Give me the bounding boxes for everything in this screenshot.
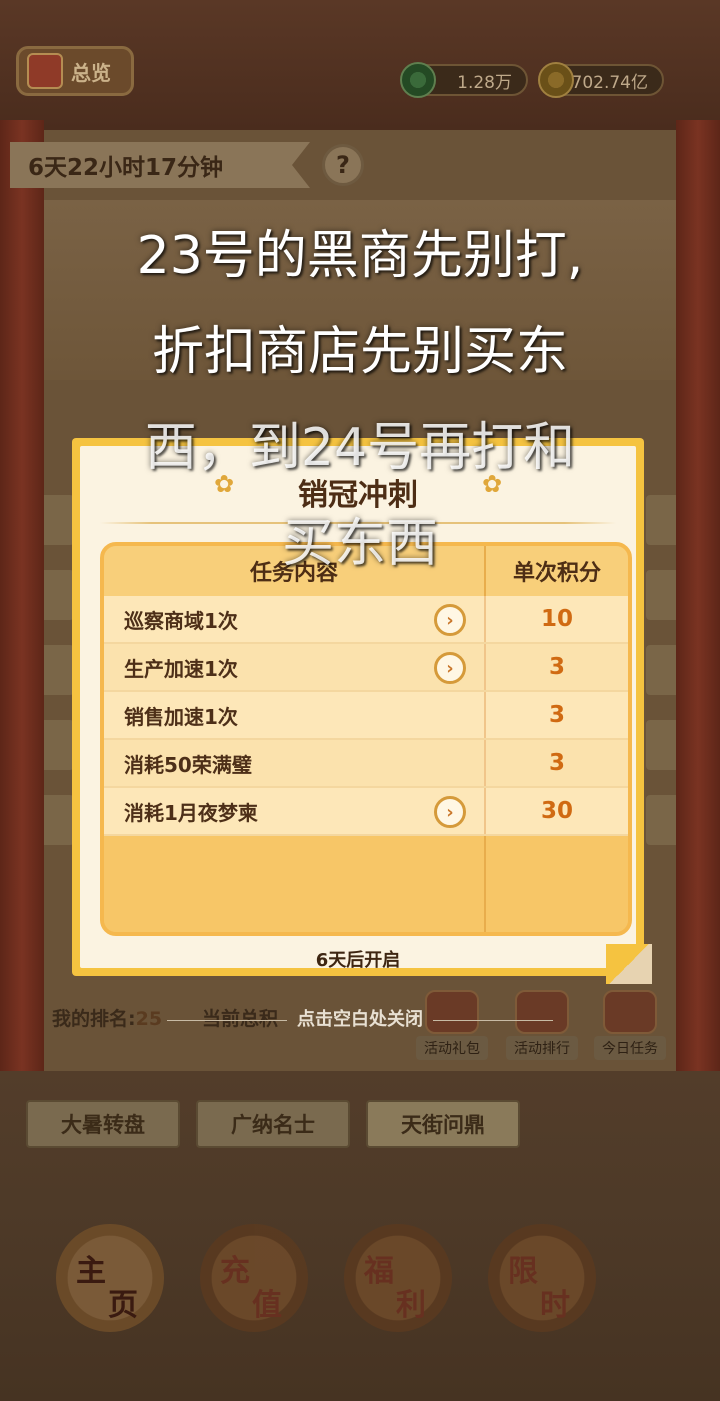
table-row: 消耗50荣满璧 3 <box>104 740 628 788</box>
task-name-text: 生产加速1次 <box>124 656 238 681</box>
nav-recharge-char-2: 值 <box>252 1288 282 1323</box>
side-tab[interactable] <box>44 720 74 770</box>
currency-copper-value: 1.28万 <box>457 72 512 93</box>
nav-home-char-1: 主 <box>76 1254 106 1289</box>
table-row: 生产加速1次 › 3 <box>104 644 628 692</box>
table-empty-area <box>104 836 628 932</box>
task-score: 3 <box>486 692 628 738</box>
currency-copper[interactable]: 1.28万 <box>400 62 528 98</box>
side-tab[interactable] <box>646 645 676 695</box>
task-score: 3 <box>486 644 628 690</box>
side-tab[interactable] <box>646 795 676 845</box>
nav-welfare-char-2: 利 <box>396 1288 426 1323</box>
book-icon <box>27 53 63 89</box>
left-pillar <box>0 120 44 1211</box>
task-score: 3 <box>486 740 628 786</box>
copper-coin-icon <box>400 62 436 98</box>
nav-limited-char-2: 时 <box>540 1288 570 1323</box>
activity-ranking-label: 活动排行 <box>506 1036 578 1060</box>
go-arrow-icon[interactable]: › <box>434 604 466 636</box>
side-tab[interactable] <box>44 645 74 695</box>
tab-tianjie-wending[interactable]: 天街问鼎 <box>366 1100 520 1148</box>
empty-cell <box>104 836 486 932</box>
task-table-body: 巡察商域1次 › 10 生产加速1次 › 3 销售加速1次 3 消耗50荣满璧 … <box>104 596 628 932</box>
nav-welfare-char-1: 福 <box>364 1254 394 1289</box>
task-name-text: 销售加速1次 <box>124 704 238 729</box>
nav-limited-button[interactable]: 限 时 <box>488 1224 596 1332</box>
side-tab[interactable] <box>646 720 676 770</box>
right-pillar <box>676 120 720 1211</box>
nav-recharge-char-1: 充 <box>220 1254 250 1289</box>
folded-corner <box>606 944 652 984</box>
table-row: 消耗1月夜梦柬 › 30 <box>104 788 628 836</box>
hint-line-right <box>433 1019 553 1021</box>
tab-recruit-talents[interactable]: 广纳名士 <box>196 1100 350 1148</box>
task-name: 生产加速1次 › <box>104 644 486 690</box>
task-name-text: 消耗1月夜梦柬 <box>124 800 258 825</box>
nav-home-button[interactable]: 主 页 <box>56 1224 164 1332</box>
nav-welfare-button[interactable]: 福 利 <box>344 1224 452 1332</box>
close-hint[interactable]: 点击空白处关闭 <box>0 1005 720 1031</box>
daily-tasks-label: 今日任务 <box>594 1036 666 1060</box>
task-score: 10 <box>486 596 628 642</box>
tab-summer-wheel[interactable]: 大暑转盘 <box>26 1100 180 1148</box>
go-arrow-icon[interactable]: › <box>434 796 466 828</box>
caption-line-3: 西，到24号再打和 <box>144 418 576 478</box>
currency-silver[interactable]: 3702.74亿 <box>538 62 664 98</box>
nav-home-char-2: 页 <box>108 1288 138 1323</box>
caption-line-4: 买东西 <box>281 514 438 574</box>
caption-line-1: 23号的黑商先别打, <box>136 226 584 286</box>
event-countdown: 6天22小时17分钟 <box>10 142 310 188</box>
task-name-text: 巡察商域1次 <box>124 608 238 633</box>
nav-limited-char-1: 限 <box>508 1254 538 1289</box>
overview-label: 总览 <box>71 60 111 85</box>
activity-gift-label: 活动礼包 <box>416 1036 488 1060</box>
task-name: 消耗1月夜梦柬 › <box>104 788 486 834</box>
help-icon[interactable]: ? <box>322 144 364 186</box>
overlay-caption: 23号的黑商先别打, 折扣商店先别买东 西，到24号再打和 买东西 <box>40 208 680 592</box>
task-table: 任务内容 单次积分 巡察商域1次 › 10 生产加速1次 › 3 销售加速1次 … <box>100 542 632 936</box>
task-score: 30 <box>486 788 628 834</box>
side-tab[interactable] <box>44 795 74 845</box>
close-hint-text: 点击空白处关闭 <box>297 1009 423 1030</box>
task-name: 巡察商域1次 › <box>104 596 486 642</box>
task-name: 消耗50荣满璧 <box>104 740 486 786</box>
hint-line-left <box>167 1019 287 1021</box>
empty-cell <box>486 836 628 932</box>
caption-line-2: 折扣商店先别买东 <box>151 322 568 382</box>
table-row: 巡察商域1次 › 10 <box>104 596 628 644</box>
task-name: 销售加速1次 <box>104 692 486 738</box>
task-name-text: 消耗50荣满璧 <box>124 752 252 777</box>
go-arrow-icon[interactable]: › <box>434 652 466 684</box>
table-row: 销售加速1次 3 <box>104 692 628 740</box>
open-after-notice: 6天后开启 <box>315 950 401 971</box>
overview-button[interactable]: 总览 <box>16 46 134 96</box>
nav-recharge-button[interactable]: 充 值 <box>200 1224 308 1332</box>
gold-coin-icon <box>538 62 574 98</box>
